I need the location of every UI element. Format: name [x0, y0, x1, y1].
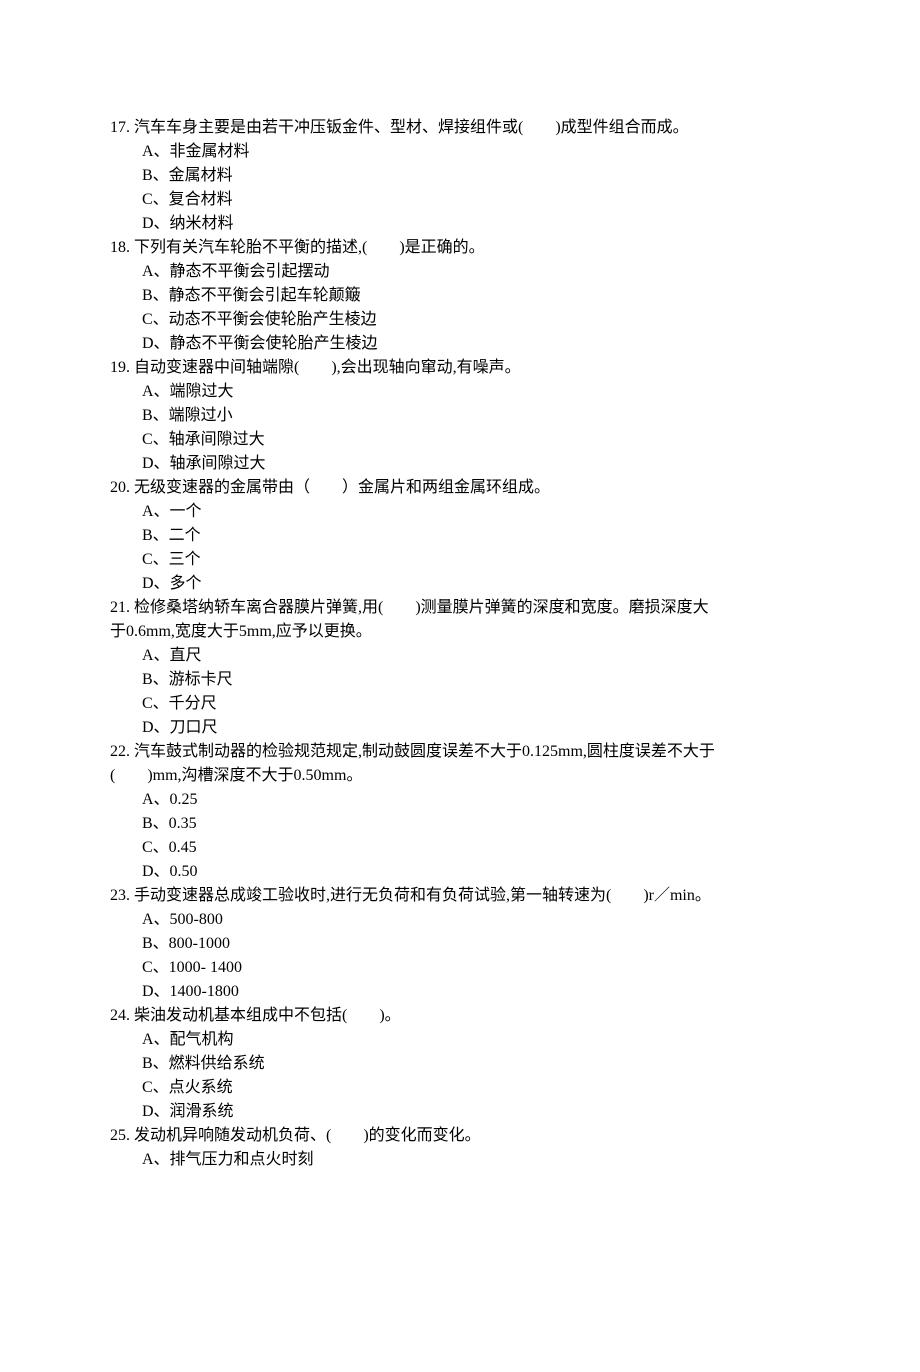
question-stem: 25. 发动机异响随发动机负荷、( )的变化而变化。 [110, 1124, 920, 1148]
question-text: 下列有关汽车轮胎不平衡的描述,( )是正确的。 [134, 239, 485, 256]
question-number: 20. [110, 479, 130, 496]
question-number: 18. [110, 239, 130, 256]
option-a: A、非金属材料 [110, 140, 920, 164]
option-b: B、0.35 [110, 812, 920, 836]
question-stem: 19. 自动变速器中间轴端隙( ),会出现轴向窜动,有噪声。 [110, 356, 920, 380]
option-b: B、二个 [110, 524, 920, 548]
question-text: 手动变速器总成竣工验收时,进行无负荷和有负荷试验,第一轴转速为( )r／min。 [134, 887, 711, 904]
question-22: 22. 汽车鼓式制动器的检验规范规定,制动鼓圆度误差不大于0.125mm,圆柱度… [110, 740, 920, 884]
option-a: A、一个 [110, 500, 920, 524]
question-text: 汽车车身主要是由若干冲压钣金件、型材、焊接组件或( )成型件组合而成。 [134, 119, 689, 136]
option-d: D、多个 [110, 572, 920, 596]
option-d: D、轴承间隙过大 [110, 452, 920, 476]
question-text: 汽车鼓式制动器的检验规范规定,制动鼓圆度误差不大于0.125mm,圆柱度误差不大… [134, 743, 715, 760]
question-text: 发动机异响随发动机负荷、( )的变化而变化。 [134, 1127, 481, 1144]
option-b: B、燃料供给系统 [110, 1052, 920, 1076]
option-c: C、轴承间隙过大 [110, 428, 920, 452]
option-c: C、0.45 [110, 836, 920, 860]
question-stem: 17. 汽车车身主要是由若干冲压钣金件、型材、焊接组件或( )成型件组合而成。 [110, 116, 920, 140]
question-stem: 24. 柴油发动机基本组成中不包括( )。 [110, 1004, 920, 1028]
option-a: A、静态不平衡会引起摆动 [110, 260, 920, 284]
option-a: A、配气机构 [110, 1028, 920, 1052]
option-d: D、1400-1800 [110, 980, 920, 1004]
question-21: 21. 检修桑塔纳轿车离合器膜片弹簧,用( )测量膜片弹簧的深度和宽度。磨损深度… [110, 596, 920, 740]
option-c: C、1000- 1400 [110, 956, 920, 980]
option-a: A、排气压力和点火时刻 [110, 1148, 920, 1172]
option-b: B、端隙过小 [110, 404, 920, 428]
question-number: 23. [110, 887, 130, 904]
question-20: 20. 无级变速器的金属带由（ ）金属片和两组金属环组成。 A、一个 B、二个 … [110, 476, 920, 596]
question-18: 18. 下列有关汽车轮胎不平衡的描述,( )是正确的。 A、静态不平衡会引起摆动… [110, 236, 920, 356]
question-stem: 22. 汽车鼓式制动器的检验规范规定,制动鼓圆度误差不大于0.125mm,圆柱度… [110, 740, 920, 764]
question-23: 23. 手动变速器总成竣工验收时,进行无负荷和有负荷试验,第一轴转速为( )r／… [110, 884, 920, 1004]
option-b: B、金属材料 [110, 164, 920, 188]
question-number: 19. [110, 359, 130, 376]
option-a: A、500-800 [110, 908, 920, 932]
question-text: 自动变速器中间轴端隙( ),会出现轴向窜动,有噪声。 [134, 359, 521, 376]
question-stem-cont: ( )mm,沟槽深度不大于0.50mm。 [110, 764, 920, 788]
option-a: A、直尺 [110, 644, 920, 668]
option-a: A、端隙过大 [110, 380, 920, 404]
question-stem-cont: 于0.6mm,宽度大于5mm,应予以更换。 [110, 620, 920, 644]
option-a: A、0.25 [110, 788, 920, 812]
option-c: C、点火系统 [110, 1076, 920, 1100]
question-number: 22. [110, 743, 130, 760]
question-stem: 18. 下列有关汽车轮胎不平衡的描述,( )是正确的。 [110, 236, 920, 260]
option-b: B、游标卡尺 [110, 668, 920, 692]
option-c: C、动态不平衡会使轮胎产生棱边 [110, 308, 920, 332]
question-stem: 21. 检修桑塔纳轿车离合器膜片弹簧,用( )测量膜片弹簧的深度和宽度。磨损深度… [110, 596, 920, 620]
option-c: C、复合材料 [110, 188, 920, 212]
option-c: C、三个 [110, 548, 920, 572]
question-17: 17. 汽车车身主要是由若干冲压钣金件、型材、焊接组件或( )成型件组合而成。 … [110, 116, 920, 236]
question-stem: 20. 无级变速器的金属带由（ ）金属片和两组金属环组成。 [110, 476, 920, 500]
question-number: 17. [110, 119, 130, 136]
option-d: D、润滑系统 [110, 1100, 920, 1124]
question-text: 无级变速器的金属带由（ ）金属片和两组金属环组成。 [134, 479, 550, 496]
option-d: D、静态不平衡会使轮胎产生棱边 [110, 332, 920, 356]
question-text: 柴油发动机基本组成中不包括( )。 [134, 1007, 401, 1024]
question-number: 21. [110, 599, 130, 616]
question-19: 19. 自动变速器中间轴端隙( ),会出现轴向窜动,有噪声。 A、端隙过大 B、… [110, 356, 920, 476]
option-b: B、800-1000 [110, 932, 920, 956]
question-24: 24. 柴油发动机基本组成中不包括( )。 A、配气机构 B、燃料供给系统 C、… [110, 1004, 920, 1124]
question-text: 检修桑塔纳轿车离合器膜片弹簧,用( )测量膜片弹簧的深度和宽度。磨损深度大 [134, 599, 709, 616]
question-number: 24. [110, 1007, 130, 1024]
question-number: 25. [110, 1127, 130, 1144]
option-d: D、0.50 [110, 860, 920, 884]
option-c: C、千分尺 [110, 692, 920, 716]
question-25: 25. 发动机异响随发动机负荷、( )的变化而变化。 A、排气压力和点火时刻 [110, 1124, 920, 1172]
option-d: D、刀口尺 [110, 716, 920, 740]
option-d: D、纳米材料 [110, 212, 920, 236]
option-b: B、静态不平衡会引起车轮颠簸 [110, 284, 920, 308]
question-stem: 23. 手动变速器总成竣工验收时,进行无负荷和有负荷试验,第一轴转速为( )r／… [110, 884, 920, 908]
